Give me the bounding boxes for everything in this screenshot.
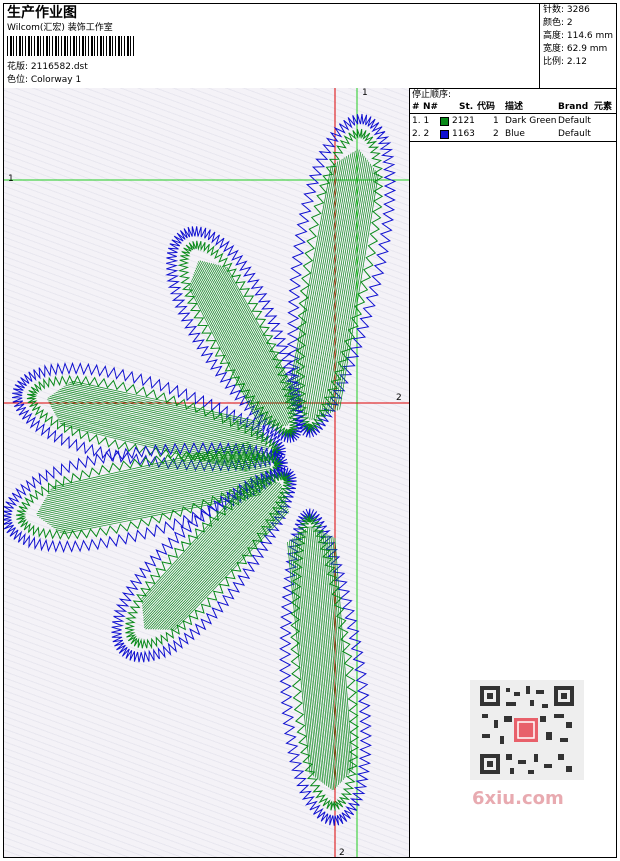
col-hash: #	[412, 102, 420, 112]
qr-code	[470, 680, 584, 780]
color-count: 颜色: 2	[543, 18, 573, 28]
row-description: Dark Green	[505, 116, 557, 126]
colorway: 色位: Colorway 1	[7, 75, 82, 85]
green-petal-fill	[188, 260, 302, 427]
row-index: 2. 2	[412, 129, 430, 139]
row-brand: Default	[558, 116, 591, 126]
col-element: 元素	[594, 102, 613, 112]
design-file: 花版: 2116582.dst	[7, 62, 88, 72]
green-petal-fill	[286, 149, 379, 421]
row-index: 1. 1	[412, 116, 430, 126]
row-description: Blue	[505, 129, 525, 139]
watermark-text: 6xiu.com	[472, 788, 564, 809]
plot-divider	[409, 88, 410, 858]
row-stitches: 1163	[452, 129, 475, 139]
row-stitches: 2121	[452, 116, 475, 126]
table-bottom-line	[410, 141, 617, 142]
company-name: Wilcom(汇宏) 装饰工作室	[7, 23, 113, 33]
row-code: 2	[493, 129, 499, 139]
stitch-count: 针数: 3286	[543, 5, 590, 15]
design-scale: 比例: 2.12	[543, 57, 587, 67]
color-swatch	[440, 117, 449, 126]
embroidery-preview	[1, 88, 409, 857]
col-description: 描述	[505, 102, 524, 112]
design-height: 高度: 114.6 mm	[543, 31, 614, 41]
guide-label-top: 1	[362, 88, 368, 98]
col-number: N#	[423, 102, 439, 112]
row-brand: Default	[558, 129, 591, 139]
flower-design	[1, 88, 409, 857]
col-code: 代码	[477, 102, 496, 112]
color-swatch	[440, 130, 449, 139]
guide-label-right: 2	[396, 393, 402, 403]
page-title: 生产作业图	[7, 5, 77, 21]
green-petal-fill	[287, 526, 354, 791]
stats-divider	[539, 3, 540, 88]
stop-sequence-title: 停止顺序:	[412, 90, 452, 100]
design-width: 宽度: 62.9 mm	[543, 44, 608, 54]
barcode	[7, 36, 135, 56]
green-petal-fill	[36, 442, 271, 535]
guide-label-left: 1	[8, 174, 14, 184]
col-stitches: St.	[459, 102, 474, 112]
row-code: 1	[493, 116, 499, 126]
guide-label-bottom: 2	[339, 848, 345, 858]
table-header-line	[410, 113, 617, 114]
col-brand: Brand	[558, 102, 589, 112]
